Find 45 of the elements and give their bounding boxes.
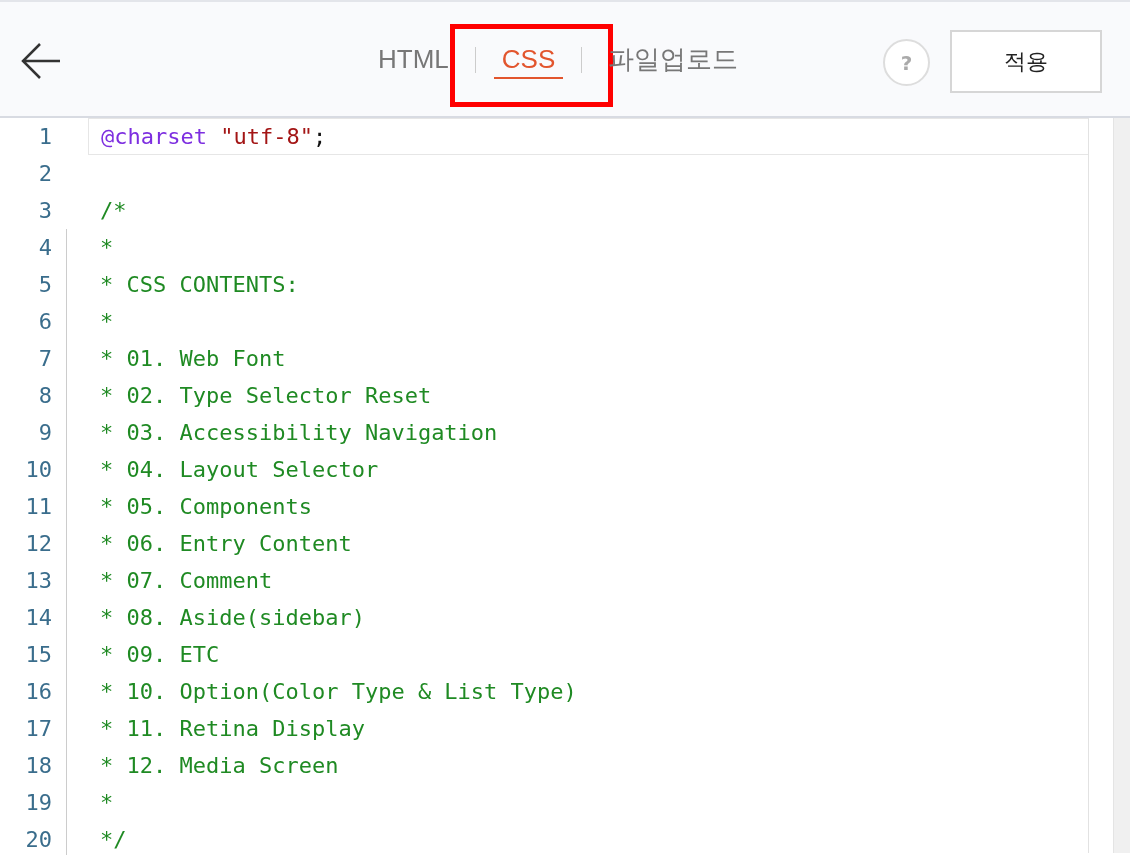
code-line: * 05. Components bbox=[100, 493, 312, 521]
line-number: 7 bbox=[37, 345, 53, 373]
code-line: * 02. Type Selector Reset bbox=[100, 382, 432, 410]
code-line: @charset "utf-8"; bbox=[101, 123, 327, 151]
code-line: * CSS CONTENTS: bbox=[100, 271, 299, 299]
tab[interactable]: HTML bbox=[370, 40, 457, 80]
back-arrow-icon[interactable] bbox=[20, 42, 62, 80]
code-line: * 01. Web Font bbox=[100, 345, 286, 373]
line-number: 4 bbox=[37, 234, 53, 262]
line-number: 1 bbox=[37, 123, 53, 151]
code-line: * 08. Aside(sidebar) bbox=[100, 604, 365, 632]
help-button[interactable]: ? bbox=[883, 39, 930, 86]
code-line: * 03. Accessibility Navigation bbox=[100, 419, 498, 447]
line-number: 2 bbox=[37, 160, 53, 188]
code-line: * bbox=[100, 234, 114, 262]
line-number: 10 bbox=[24, 456, 53, 484]
scrollbar[interactable] bbox=[1113, 118, 1130, 853]
line-number: 12 bbox=[24, 530, 53, 558]
line-number: 5 bbox=[37, 271, 53, 299]
line-number: 13 bbox=[24, 567, 53, 595]
tab[interactable]: CSS bbox=[493, 40, 564, 80]
code-line: * 04. Layout Selector bbox=[100, 456, 379, 484]
code-line: * 12. Media Screen bbox=[100, 752, 339, 780]
code-line: * 10. Option(Color Type & List Type) bbox=[100, 678, 577, 706]
line-number: 19 bbox=[24, 789, 53, 817]
line-number: 9 bbox=[37, 419, 53, 447]
line-number: 14 bbox=[24, 604, 53, 632]
line-number: 3 bbox=[37, 197, 53, 225]
line-number: 11 bbox=[24, 493, 53, 521]
line-number: 6 bbox=[37, 308, 53, 336]
code-line: */ bbox=[100, 826, 127, 854]
line-number: 15 bbox=[24, 641, 53, 669]
line-number: 16 bbox=[24, 678, 53, 706]
code-line: * 11. Retina Display bbox=[100, 715, 365, 743]
line-number: 20 bbox=[24, 826, 53, 854]
line-number: 17 bbox=[24, 715, 53, 743]
code-line: * 06. Entry Content bbox=[100, 530, 352, 558]
apply-button[interactable]: 적용 bbox=[950, 30, 1102, 93]
line-number: 8 bbox=[37, 382, 53, 410]
code-line: * bbox=[100, 308, 114, 336]
code-line: * 09. ETC bbox=[100, 641, 220, 669]
line-number: 18 bbox=[24, 752, 53, 780]
code-line: * bbox=[100, 789, 114, 817]
code-line: /* bbox=[100, 197, 127, 225]
code-line: * 07. Comment bbox=[100, 567, 273, 595]
